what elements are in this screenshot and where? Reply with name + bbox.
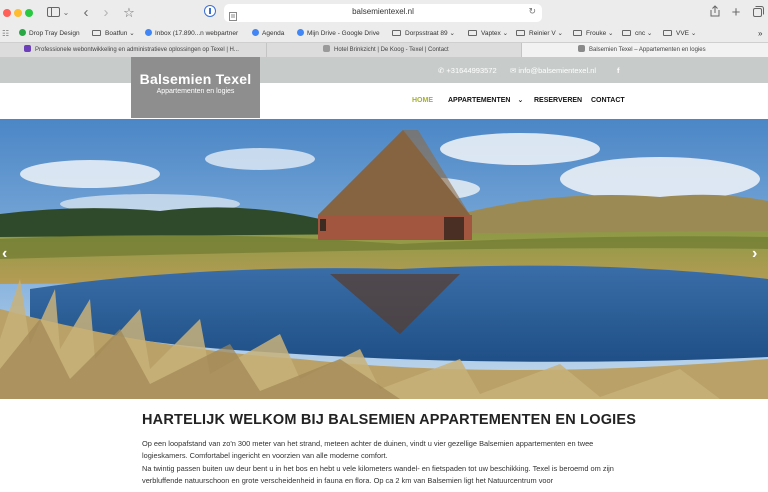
email-link[interactable]: ✉ info@balsemientexel.nl (510, 66, 596, 75)
folder-icon (92, 30, 101, 36)
new-tab-icon[interactable]: + (729, 5, 743, 21)
contact-topbar: ✆ +31644993572 ✉ info@balsemientexel.nl … (0, 57, 768, 83)
bookmark-agenda[interactable]: Agenda (252, 28, 284, 39)
phone-link[interactable]: ✆ +31644993572 (438, 66, 497, 75)
share-icon[interactable] (708, 5, 722, 21)
hero-slider: ‹ › (0, 119, 768, 399)
zoom-window-button[interactable] (25, 9, 33, 17)
welcome-text: Op een loopafstand van zo'n 300 meter va… (142, 438, 622, 487)
envelope-icon: ✉ (510, 66, 517, 75)
folder-icon (468, 30, 477, 36)
welcome-paragraph-1: Op een loopafstand van zo'n 300 meter va… (142, 439, 594, 461)
nav-home[interactable]: HOME (412, 96, 433, 105)
url-text: balsemientexel.nl (352, 7, 414, 16)
logo-subtitle: Appartementen en logies (156, 88, 235, 95)
logo-title: Balsemien Texel (139, 71, 252, 87)
back-icon[interactable]: ‹ (80, 5, 92, 21)
tab-hotel-brinkzicht[interactable]: Hotel Brinkzicht | De Koog - Texel | Con… (266, 43, 520, 57)
site-favicon-icon (323, 45, 330, 52)
address-bar[interactable]: balsemientexel.nl ↻ (224, 4, 542, 22)
bookmark-drop-tray[interactable]: Drop Tray Design (19, 28, 80, 39)
bookmarks-bar: ☷ Drop Tray Design Boatfun ⌄ Inbox (17.8… (0, 26, 768, 42)
google-icon (145, 29, 152, 36)
slider-next-arrow[interactable]: › (752, 245, 757, 263)
bookmark-folder-boatfun[interactable]: Boatfun ⌄ (92, 28, 135, 39)
reload-icon[interactable]: ↻ (528, 6, 536, 17)
bookmark-google-drive[interactable]: Mijn Drive - Google Drive (297, 28, 380, 39)
nav-reserveren[interactable]: RESERVEREN (534, 96, 582, 105)
minimize-window-button[interactable] (14, 9, 22, 17)
bookmark-folder-dorpsstraat[interactable]: Dorpsstraat 89 ⌄ (392, 28, 455, 39)
sidebar-icon[interactable] (45, 5, 61, 21)
phone-icon: ✆ (438, 66, 445, 75)
bookmark-folder-cnc[interactable]: cnc ⌄ (622, 28, 652, 39)
facebook-icon[interactable]: f (617, 66, 620, 75)
chevron-down-icon[interactable]: ⌄ (62, 5, 70, 21)
welcome-paragraph-2: Na twintig passen buiten uw deur bent u … (142, 463, 614, 485)
site-favicon-icon (24, 45, 31, 52)
tab-balsemien-active[interactable]: Balsemien Texel – Appartementen en logie… (521, 43, 768, 57)
tab-strip: Professionele webontwikkeling en adminis… (0, 42, 768, 57)
google-icon (297, 29, 304, 36)
main-navigation (0, 83, 768, 119)
site-logo[interactable]: Balsemien Texel Appartementen en logies (131, 57, 260, 118)
welcome-heading: HARTELIJK WELKOM BIJ BALSEMIEN APPARTEME… (142, 412, 637, 428)
slider-prev-arrow[interactable]: ‹ (2, 245, 7, 263)
password-manager-icon[interactable] (203, 5, 217, 21)
bookmark-folder-frouke[interactable]: Frouke ⌄ (573, 28, 614, 39)
folder-icon (663, 30, 672, 36)
site-favicon-icon (19, 29, 26, 36)
google-icon (252, 29, 259, 36)
browser-toolbar: ⌄ ‹ › ☆ balsemientexel.nl ↻ + (0, 0, 768, 26)
welcome-section: HARTELIJK WELKOM BIJ BALSEMIEN APPARTEME… (142, 412, 637, 487)
bookmark-folder-vaptex[interactable]: Vaptex ⌄ (468, 28, 508, 39)
close-window-button[interactable] (3, 9, 11, 17)
bookmark-inbox[interactable]: Inbox (17.890...n webpartner (145, 28, 238, 39)
forward-icon[interactable]: › (100, 5, 112, 21)
folder-icon (392, 30, 401, 36)
grid-icon[interactable]: ☷ (2, 29, 9, 38)
nav-contact[interactable]: CONTACT (591, 96, 625, 105)
more-bookmarks-icon[interactable]: » (758, 28, 762, 39)
star-icon[interactable]: ☆ (122, 5, 136, 21)
bookmark-folder-reinier[interactable]: Reinier V ⌄ (516, 28, 563, 39)
hero-image-barn-landscape (0, 119, 768, 399)
tab-professionele[interactable]: Professionele webontwikkeling en adminis… (0, 43, 265, 57)
folder-icon (516, 30, 525, 36)
chevron-down-icon: ⌄ (517, 97, 524, 104)
tab-overview-icon[interactable] (751, 5, 765, 21)
nav-appartementen[interactable]: APPARTEMENTEN ⌄ (448, 96, 523, 105)
site-favicon-icon (578, 45, 585, 52)
folder-icon (622, 30, 631, 36)
bookmark-folder-vve[interactable]: VVE ⌄ (663, 28, 696, 39)
folder-icon (573, 30, 582, 36)
